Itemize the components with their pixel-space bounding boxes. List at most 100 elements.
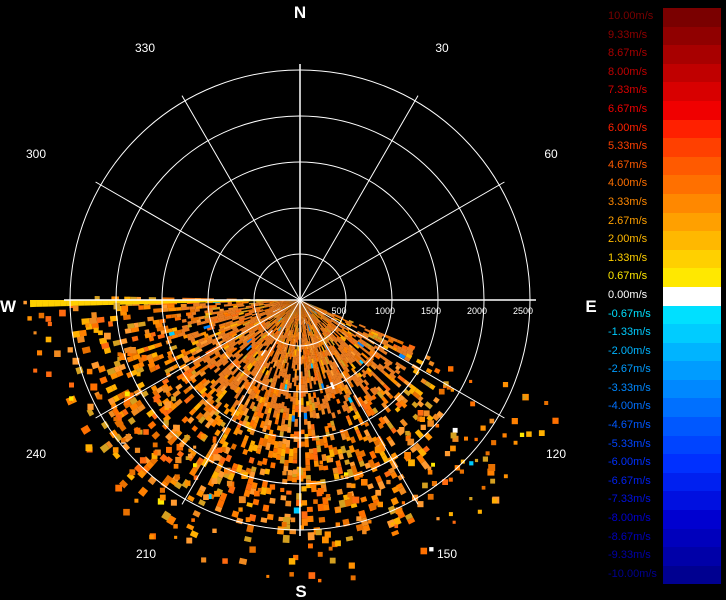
legend-label: 4.00m/s [608, 177, 648, 190]
echo-bin [374, 446, 382, 454]
echo-bin [198, 315, 205, 320]
echo-bin [291, 409, 296, 416]
echo-bin [300, 405, 304, 413]
echo-bin [368, 520, 372, 524]
echo-bin [292, 469, 298, 474]
echo-bin [350, 575, 356, 581]
echo-bin [230, 443, 237, 451]
echo-bin [48, 300, 55, 307]
echo-bin [45, 316, 52, 322]
echo-bin [288, 558, 296, 565]
velocity-color-legend: 10.00m/s 9.33m/s 8.67m/s 8.00m/s 7.33m/s 6.67… [605, 8, 721, 585]
echo-bin [433, 367, 441, 374]
echo-bin [303, 412, 308, 420]
echo-bin [81, 346, 91, 355]
echo-bin [302, 390, 306, 397]
echo-bin [352, 496, 360, 504]
legend-swatch [663, 231, 721, 250]
echo-bin [438, 388, 445, 395]
echo-bin [404, 452, 411, 459]
range-label-2500: 2500 [513, 306, 533, 316]
echo-bin [139, 457, 147, 464]
echo-bin [200, 434, 206, 439]
echo-bin [301, 518, 308, 526]
echo-bin [67, 347, 73, 353]
echo-bin [448, 512, 453, 517]
echo-bin [243, 489, 251, 498]
echo-bin [356, 516, 362, 522]
legend-swatch [663, 26, 721, 46]
echo-bin [394, 524, 399, 529]
echo-bin [307, 532, 315, 541]
echo-bin [522, 395, 526, 399]
echo-bin [171, 396, 176, 402]
echo-bin [159, 494, 166, 501]
legend-entry: -10.00m/s [605, 565, 721, 585]
echo-bin [165, 314, 172, 319]
echo-bin [66, 300, 73, 307]
polar-grid [64, 64, 536, 536]
legend-swatch [663, 45, 721, 64]
echo-bin [33, 368, 38, 373]
echo-bin [269, 366, 273, 372]
echo-bin [318, 516, 326, 523]
range-label-500: 500 [331, 306, 346, 316]
echo-bin [489, 418, 495, 424]
legend-swatch [663, 435, 721, 455]
legend-label: -6.67m/s [608, 474, 651, 487]
echo-bin [99, 376, 108, 385]
echo-bin [227, 302, 232, 305]
compass-east: E [585, 297, 596, 316]
echo-bin [329, 557, 336, 564]
echo-bin [60, 300, 67, 307]
echo-bin [107, 321, 114, 327]
echo-bin [375, 489, 382, 496]
echo-bin [317, 503, 325, 512]
legend-label: -1.33m/s [608, 326, 651, 339]
echo-bin [153, 397, 159, 403]
echo-bin [262, 504, 270, 512]
echo-bin [143, 304, 151, 310]
echo-bin [45, 336, 52, 343]
echo-bin [370, 503, 377, 510]
echo-bin [147, 344, 156, 351]
echo-bin [296, 493, 302, 500]
legend-entry: -2.00m/s [605, 342, 721, 362]
echo-bin [231, 303, 237, 306]
echo-bin [175, 307, 182, 311]
echo-bin [448, 366, 454, 372]
echo-bin [113, 302, 120, 310]
echo-bin [212, 528, 217, 533]
legend-label: -3.33m/s [608, 381, 651, 394]
echo-bin [344, 459, 351, 466]
echo-bin [87, 403, 94, 410]
echo-bin [23, 300, 27, 305]
legend-swatch [663, 305, 721, 325]
legend-swatch [663, 63, 721, 83]
echo-bin [72, 305, 79, 312]
echo-bin [96, 300, 103, 306]
echo-bin [285, 500, 292, 507]
echo-bin [123, 508, 130, 516]
echo-bin [347, 418, 353, 426]
echo-bin [313, 460, 319, 467]
echo-bin [312, 447, 318, 455]
legend-swatch [663, 454, 721, 473]
echo-bin [363, 379, 370, 386]
legend-swatch [663, 342, 721, 362]
echo-bin [213, 454, 220, 461]
echo-bin [305, 465, 311, 471]
echo-bin [313, 454, 319, 461]
echo-bin [308, 448, 314, 454]
echo-bin [89, 317, 98, 324]
echo-bin [129, 469, 136, 476]
legend-swatch [663, 472, 721, 492]
echo-bin [485, 451, 490, 456]
echo-bin [175, 456, 182, 464]
echo-bin [151, 431, 161, 440]
echo-bin [300, 384, 304, 391]
legend-label: 6.00m/s [608, 121, 648, 134]
echo-bin [270, 462, 276, 469]
echo-bin [420, 547, 428, 555]
echo-bin [474, 458, 479, 463]
